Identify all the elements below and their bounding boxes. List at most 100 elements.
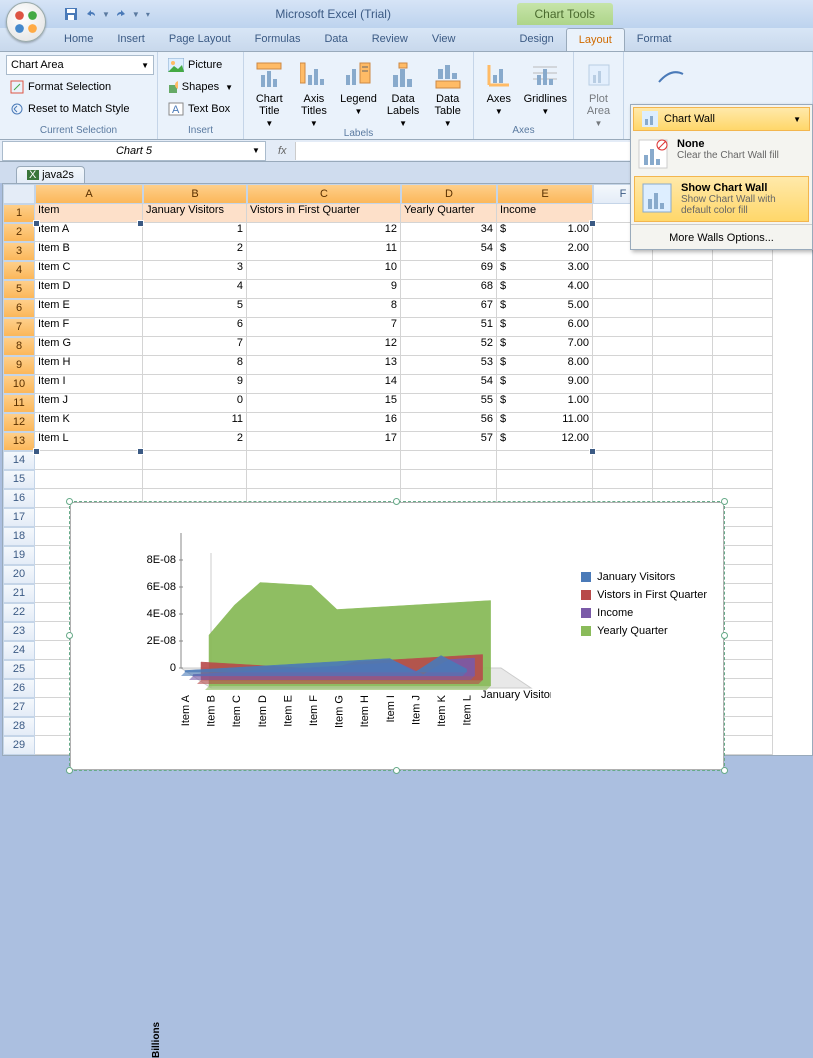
chevron-down-icon[interactable]: ▼ — [102, 10, 110, 19]
row-header[interactable]: 16 — [3, 489, 35, 508]
svg-text:4E-08: 4E-08 — [147, 608, 176, 620]
trendline-button[interactable] — [630, 55, 712, 91]
svg-text:Item E: Item E — [282, 695, 294, 727]
reset-to-match-style-button[interactable]: Reset to Match Style — [6, 99, 151, 119]
tab-format[interactable]: Format — [625, 28, 684, 51]
column-header[interactable]: D — [401, 184, 497, 204]
picture-button[interactable]: Picture — [164, 55, 237, 75]
tab-formulas[interactable]: Formulas — [243, 28, 313, 51]
legend-button[interactable]: Legend▼ — [339, 55, 378, 116]
row-header[interactable]: 20 — [3, 565, 35, 584]
row-header[interactable]: 15 — [3, 470, 35, 489]
shapes-button[interactable]: Shapes▼ — [164, 77, 237, 97]
row-header[interactable]: 27 — [3, 698, 35, 717]
title-bar: ▼ ▼ ▾ Microsoft Excel (Trial) Chart Tool… — [0, 0, 813, 28]
svg-text:Item G: Item G — [334, 695, 346, 728]
column-header[interactable]: B — [143, 184, 247, 204]
row-header[interactable]: 23 — [3, 622, 35, 641]
row-header[interactable]: 28 — [3, 717, 35, 736]
column-header[interactable]: E — [497, 184, 593, 204]
svg-text:A: A — [172, 104, 180, 116]
svg-text:6E-08: 6E-08 — [147, 581, 176, 593]
column-header[interactable]: C — [247, 184, 401, 204]
chart-element-selector[interactable]: Chart Area▼ — [6, 55, 154, 75]
more-walls-options[interactable]: More Walls Options... — [631, 227, 812, 249]
row-header[interactable]: 12 — [3, 413, 35, 432]
chevron-down-icon: ▼ — [265, 119, 273, 128]
row-header[interactable]: 2 — [3, 223, 35, 242]
svg-text:Item F: Item F — [308, 695, 320, 726]
svg-text:Item J: Item J — [410, 695, 422, 725]
row-header[interactable]: 7 — [3, 318, 35, 337]
row-header[interactable]: 11 — [3, 394, 35, 413]
fx-icon[interactable]: fx — [278, 145, 287, 157]
redo-icon[interactable] — [112, 5, 130, 23]
chevron-down-icon: ▼ — [310, 119, 318, 128]
row-header[interactable]: 6 — [3, 299, 35, 318]
name-box[interactable]: Chart 5▼ — [2, 141, 266, 161]
tab-layout[interactable]: Layout — [566, 28, 625, 51]
row-header[interactable]: 17 — [3, 508, 35, 527]
chart-title-button[interactable]: Chart Title▼ — [250, 55, 289, 128]
row-header[interactable]: 22 — [3, 603, 35, 622]
legend-item: Income — [581, 607, 707, 619]
embedded-chart[interactable]: 02E-084E-086E-088E-08 Item AItem BItem C… — [70, 502, 724, 770]
gridlines-button[interactable]: Gridlines▼ — [524, 55, 567, 116]
chevron-down-icon: ▼ — [793, 115, 801, 124]
save-icon[interactable] — [62, 5, 80, 23]
chart-wall-show-option[interactable]: Show Chart WallShow Chart Wall with defa… — [634, 176, 809, 222]
workbook-tab[interactable]: X java2s — [16, 166, 85, 183]
chevron-down-icon: ▼ — [225, 83, 233, 92]
row-header[interactable]: 3 — [3, 242, 35, 261]
tab-page-layout[interactable]: Page Layout — [157, 28, 243, 51]
axis-titles-button[interactable]: Axis Titles▼ — [295, 55, 334, 128]
tab-design[interactable]: Design — [507, 28, 565, 51]
column-header[interactable]: A — [35, 184, 143, 204]
plot-area-button[interactable]: Plot Area▼ — [580, 55, 617, 128]
tab-insert[interactable]: Insert — [105, 28, 157, 51]
svg-text:Item B: Item B — [206, 695, 218, 727]
row-header[interactable]: 1 — [3, 204, 35, 223]
axes-button[interactable]: Axes▼ — [480, 55, 518, 116]
row-header[interactable]: 8 — [3, 337, 35, 356]
row-header[interactable]: 13 — [3, 432, 35, 451]
svg-text:X: X — [29, 170, 37, 180]
row-header[interactable]: 21 — [3, 584, 35, 603]
tab-data[interactable]: Data — [312, 28, 359, 51]
data-labels-button[interactable]: Data Labels▼ — [384, 55, 423, 128]
row-header[interactable]: 19 — [3, 546, 35, 565]
tab-home[interactable]: Home — [52, 28, 105, 51]
tab-view[interactable]: View — [420, 28, 468, 51]
undo-icon[interactable] — [82, 5, 100, 23]
row-header[interactable]: 26 — [3, 679, 35, 698]
row-header[interactable]: 4 — [3, 261, 35, 280]
office-button[interactable] — [6, 2, 46, 42]
row-header[interactable]: 9 — [3, 356, 35, 375]
chevron-down-icon: ▼ — [444, 119, 452, 128]
tab-review[interactable]: Review — [360, 28, 420, 51]
svg-text:2E-08: 2E-08 — [147, 635, 176, 647]
row-header[interactable]: 10 — [3, 375, 35, 394]
chevron-down-icon: ▼ — [495, 107, 503, 116]
chart-wall-none-option[interactable]: NoneClear the Chart Wall fill — [631, 133, 812, 175]
row-header[interactable]: 14 — [3, 451, 35, 470]
svg-text:January Visitors: January Visitors — [481, 689, 551, 701]
quick-access-toolbar: ▼ ▼ ▾ — [62, 5, 150, 23]
ribbon-tabs: Home Insert Page Layout Formulas Data Re… — [0, 28, 813, 52]
row-header[interactable]: 25 — [3, 660, 35, 679]
legend-item: Yearly Quarter — [581, 625, 707, 637]
row-header[interactable]: 29 — [3, 736, 35, 755]
row-header[interactable]: 5 — [3, 280, 35, 299]
row-header[interactable]: 24 — [3, 641, 35, 660]
chart-wall-dropdown: Chart Wall▼ NoneClear the Chart Wall fil… — [630, 104, 813, 250]
chevron-down-icon: ▼ — [541, 107, 549, 116]
chevron-down-icon[interactable]: ▼ — [132, 10, 140, 19]
chart-wall-button[interactable]: Chart Wall▼ — [633, 107, 810, 131]
text-box-button[interactable]: AText Box — [164, 99, 237, 119]
select-all-corner[interactable] — [3, 184, 35, 204]
svg-text:Item D: Item D — [257, 695, 269, 727]
row-header[interactable]: 18 — [3, 527, 35, 546]
format-selection-button[interactable]: Format Selection — [6, 77, 151, 97]
data-table-button[interactable]: Data Table▼ — [428, 55, 467, 128]
svg-text:0: 0 — [170, 662, 176, 674]
